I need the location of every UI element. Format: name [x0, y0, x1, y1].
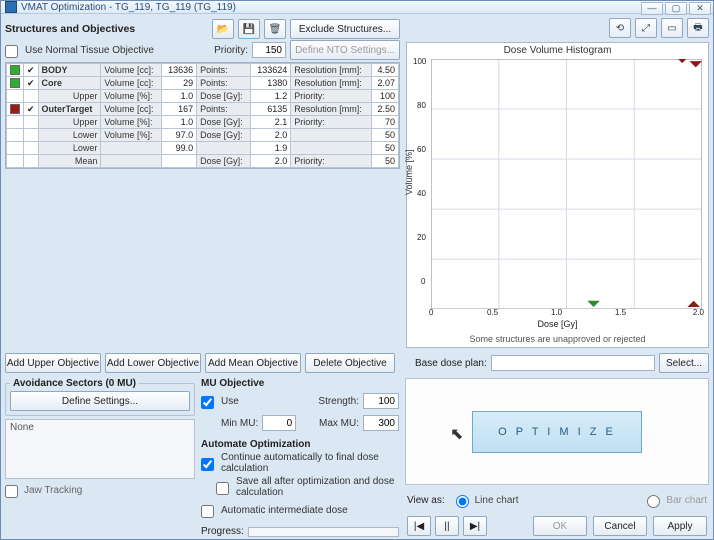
avoidance-title: Avoidance Sectors (0 MU) [10, 378, 139, 389]
minimize-button[interactable]: — [641, 2, 663, 15]
base-dose-input[interactable] [491, 355, 655, 371]
exclude-structures-button[interactable]: Exclude Structures... [290, 19, 400, 39]
cancel-button[interactable]: Cancel [593, 516, 647, 536]
table-row: ✔ Core Volume [cc]:29 Points:1380 Resolu… [7, 77, 399, 90]
chart-title: Dose Volume Histogram [407, 45, 708, 56]
structures-title: Structures and Objectives [5, 23, 208, 35]
app-icon [5, 1, 17, 13]
outer-lower-marker-2 [676, 59, 689, 63]
save-icon[interactable]: 💾 [238, 19, 260, 39]
priority-label: Priority: [214, 45, 248, 56]
auto-continue-checkbox[interactable] [201, 458, 214, 471]
maximize-button[interactable]: ▢ [665, 2, 687, 15]
optimize-panel: O P T I M I Z E ⬉ [405, 378, 709, 485]
automate-title: Automate Optimization [201, 439, 399, 450]
table-row: ✔ OuterTarget Volume [cc]:167 Points:613… [7, 103, 399, 116]
bar-chart-radio[interactable] [647, 495, 660, 508]
mu-min-input[interactable] [262, 415, 296, 431]
ok-button[interactable]: OK [533, 516, 587, 536]
mu-max-input[interactable] [363, 415, 399, 431]
open-icon[interactable]: 📂 [212, 19, 234, 39]
delete-icon[interactable]: 🗑 [264, 19, 286, 39]
title-bar: VMAT Optimization - TG_119, TG_119 (TG_1… [1, 1, 713, 14]
table-row: Mean Dose [Gy]:2.0 Priority:50 [7, 155, 399, 168]
app-window: VMAT Optimization - TG_119, TG_119 (TG_1… [0, 0, 714, 540]
nto-label: Use Normal Tissue Objective [25, 45, 154, 56]
nto-checkbox[interactable] [5, 45, 18, 58]
progress-label: Progress: [201, 526, 244, 537]
rewind-button[interactable]: |◀ [407, 516, 431, 536]
table-row: Lower Volume [%]:97.0 Dose [Gy]:2.0 50 [7, 129, 399, 142]
chart-ylabel: Volume [%] [404, 149, 414, 195]
mu-use-checkbox[interactable] [201, 396, 214, 409]
mu-strength-input[interactable] [363, 393, 399, 409]
chart-xlabel: Dose [Gy] [407, 319, 708, 329]
add-upper-button[interactable]: Add Upper Objective [5, 353, 101, 373]
dvh-chart: Dose Volume Histogram Volume [%] Dose [406, 42, 709, 348]
window-controls: — ▢ ✕ [641, 2, 711, 15]
close-button[interactable]: ✕ [689, 2, 711, 15]
progress-bar [248, 527, 399, 537]
outer-lower-marker-1 [689, 61, 702, 67]
define-nto-button[interactable]: Define NTO Settings... [290, 40, 400, 60]
jaw-tracking-label: Jaw Tracking [24, 485, 82, 496]
auto-save-checkbox[interactable] [216, 482, 229, 495]
tool-window-icon[interactable]: ▭ [661, 18, 683, 38]
avoidance-none: None [5, 419, 195, 479]
table-row: Upper Volume [%]:1.0 Dose [Gy]:2.1 Prior… [7, 116, 399, 129]
define-settings-button[interactable]: Define Settings... [10, 391, 190, 411]
tool-undo-icon[interactable]: ⟲ [609, 18, 631, 38]
avoidance-fieldset: Avoidance Sectors (0 MU) Define Settings… [5, 378, 195, 416]
pause-button[interactable]: || [435, 516, 459, 536]
jaw-tracking-checkbox[interactable] [5, 485, 18, 498]
chart-footer: Some structures are unapproved or reject… [407, 334, 708, 344]
table-row: ✔ BODY Volume [cc]:13636 Points:133624 R… [7, 64, 399, 77]
forward-button[interactable]: ▶| [463, 516, 487, 536]
add-mean-button[interactable]: Add Mean Objective [205, 353, 301, 373]
apply-button[interactable]: Apply [653, 516, 707, 536]
view-as-label: View as: [407, 495, 445, 506]
table-row: Upper Volume [%]:1.0 Dose [Gy]:1.2 Prior… [7, 90, 399, 103]
table-row: Lower 99.0 1.9 50 [7, 142, 399, 155]
delete-objective-button[interactable]: Delete Objective [305, 353, 395, 373]
window-title: VMAT Optimization - TG_119, TG_119 (TG_1… [21, 2, 236, 13]
auto-intermediate-checkbox[interactable] [201, 505, 214, 518]
outer-upper-marker [687, 301, 700, 307]
cursor-icon: ⬉ [450, 424, 463, 444]
mu-title: MU Objective [201, 378, 399, 389]
tool-expand-icon[interactable]: ⤢ [635, 18, 657, 38]
objectives-table: ✔ BODY Volume [cc]:13636 Points:133624 R… [5, 62, 400, 169]
base-dose-select-button[interactable]: Select... [659, 353, 709, 373]
add-lower-button[interactable]: Add Lower Objective [105, 353, 201, 373]
optimize-button[interactable]: O P T I M I Z E [472, 411, 642, 453]
line-chart-radio[interactable] [456, 495, 469, 508]
base-dose-label: Base dose plan: [415, 358, 487, 369]
chart-plot [431, 59, 702, 309]
core-upper-marker [587, 301, 600, 307]
tool-print-icon[interactable]: 🖶 [687, 18, 709, 38]
nto-priority-input[interactable] [252, 42, 286, 58]
